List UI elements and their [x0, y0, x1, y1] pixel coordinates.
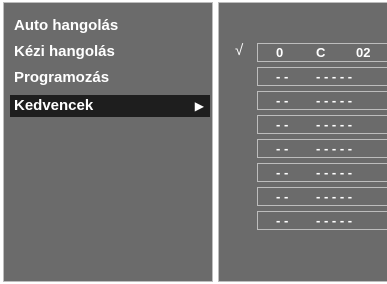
slot-program: - -: [276, 69, 289, 84]
favorite-slot[interactable]: - - - - - - -: [257, 139, 387, 158]
slot-program: - -: [276, 117, 289, 132]
slot-program: - -: [276, 141, 289, 156]
slot-band: - - - - -: [316, 69, 353, 84]
menu-item-label: Kedvencek: [14, 97, 94, 114]
favorites-panel: √ 0 C 02 - - - - - - - - - - - - - - - -…: [218, 2, 387, 282]
menu-item-label: Kézi hangolás: [14, 43, 115, 60]
favorite-slot[interactable]: 0 C 02: [257, 43, 387, 62]
favorite-slot[interactable]: - - - - - - -: [257, 163, 387, 182]
slot-program: 0: [276, 45, 284, 60]
submenu-arrow-icon: ▶: [194, 99, 204, 113]
slot-band: - - - - -: [316, 93, 353, 108]
checkmark-icon: √: [235, 42, 244, 59]
slot-program: - -: [276, 189, 289, 204]
menu-item-manual-tuning[interactable]: Kézi hangolás: [10, 41, 210, 63]
slot-band: - - - - -: [316, 117, 353, 132]
menu-item-auto-tuning[interactable]: Auto hangolás: [10, 15, 210, 37]
slot-program: - -: [276, 213, 289, 228]
menu-item-programming[interactable]: Programozás: [10, 67, 210, 89]
favorite-slot[interactable]: - - - - - - -: [257, 211, 387, 230]
slot-channel: 02: [356, 45, 371, 60]
menu-item-label: Programozás: [14, 69, 110, 86]
slot-band: - - - - -: [316, 213, 353, 228]
favorite-slot[interactable]: - - - - - - -: [257, 115, 387, 134]
tv-menu-screen: Auto hangolás Kézi hangolás Programozás …: [0, 0, 387, 284]
slot-program: - -: [276, 93, 289, 108]
menu-item-favorites[interactable]: Kedvencek ▶: [10, 95, 210, 117]
slot-band: - - - - -: [316, 141, 353, 156]
favorite-slot[interactable]: - - - - - - -: [257, 91, 387, 110]
favorite-slot[interactable]: - - - - - - -: [257, 67, 387, 86]
menu-item-label: Auto hangolás: [14, 17, 119, 34]
favorite-slot[interactable]: - - - - - - -: [257, 187, 387, 206]
slot-program: - -: [276, 165, 289, 180]
menu-panel: Auto hangolás Kézi hangolás Programozás …: [3, 2, 213, 282]
slot-band: - - - - -: [316, 165, 353, 180]
slot-band: C: [316, 45, 326, 60]
slot-band: - - - - -: [316, 189, 353, 204]
